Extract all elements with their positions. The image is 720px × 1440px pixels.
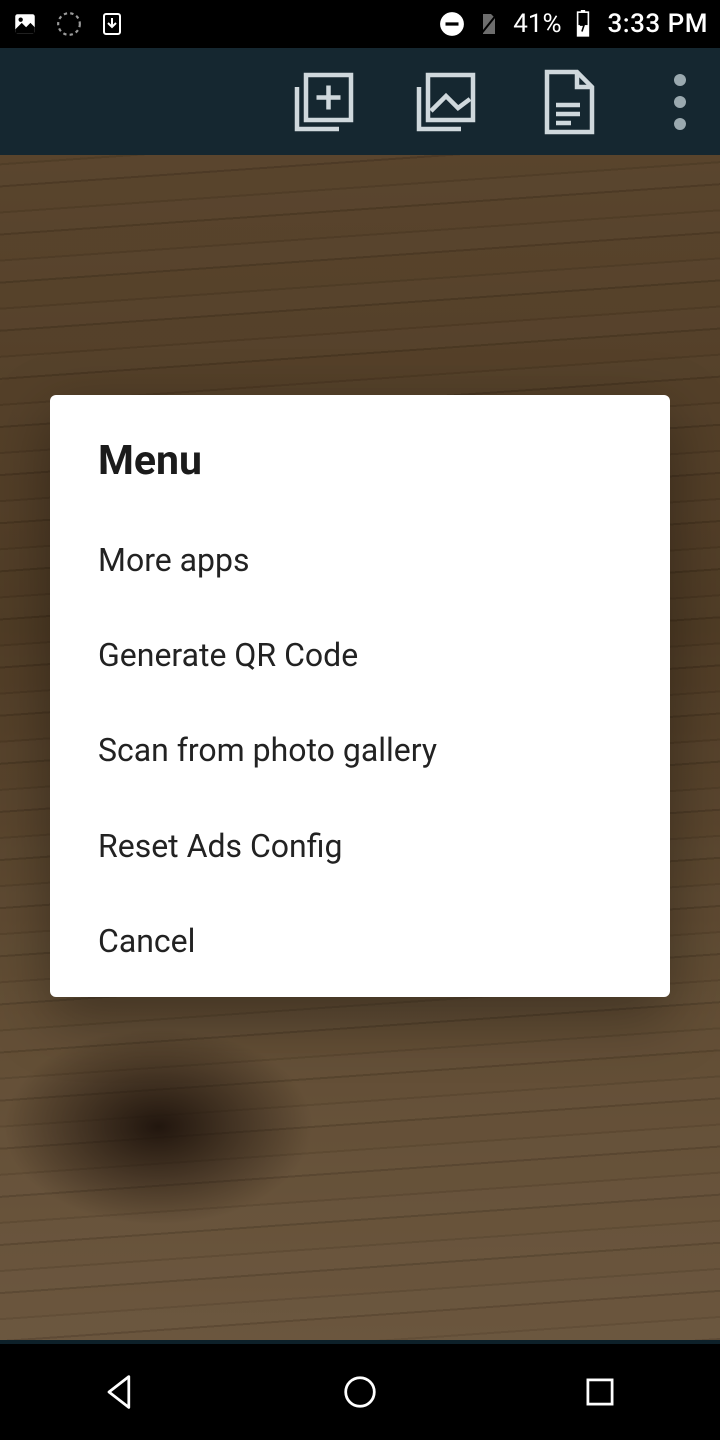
gallery-notification-icon — [12, 11, 38, 37]
status-bar: 41% 3:33 PM — [0, 0, 720, 48]
dialog-title: Menu — [50, 395, 670, 513]
overflow-menu-button[interactable] — [650, 62, 710, 142]
menu-item-cancel[interactable]: Cancel — [50, 894, 670, 989]
menu-item-more-apps[interactable]: More apps — [50, 513, 670, 608]
menu-item-reset-ads[interactable]: Reset Ads Config — [50, 799, 670, 894]
battery-percentage: 41% — [513, 9, 561, 39]
document-button[interactable] — [528, 62, 608, 142]
home-button[interactable] — [300, 1362, 420, 1422]
no-sim-icon — [477, 10, 501, 38]
battery-charging-icon — [574, 10, 592, 38]
add-to-library-button[interactable] — [284, 62, 364, 142]
sync-notification-icon — [56, 11, 82, 37]
download-notification-icon — [100, 10, 124, 38]
app-bar — [0, 48, 720, 155]
gallery-button[interactable] — [406, 62, 486, 142]
menu-item-scan-gallery[interactable]: Scan from photo gallery — [50, 703, 670, 798]
dot-icon — [674, 96, 686, 108]
navigation-bar — [0, 1344, 720, 1440]
clock: 3:33 PM — [608, 9, 708, 39]
dnd-icon — [439, 11, 465, 37]
screen: 41% 3:33 PM — [0, 0, 720, 1440]
back-button[interactable] — [60, 1362, 180, 1422]
status-left-icons — [12, 10, 124, 38]
dot-icon — [674, 74, 686, 86]
dot-icon — [674, 118, 686, 130]
status-right: 41% 3:33 PM — [439, 9, 708, 39]
menu-item-generate-qr[interactable]: Generate QR Code — [50, 608, 670, 703]
recents-button[interactable] — [540, 1362, 660, 1422]
menu-dialog: Menu More apps Generate QR Code Scan fro… — [50, 395, 670, 997]
